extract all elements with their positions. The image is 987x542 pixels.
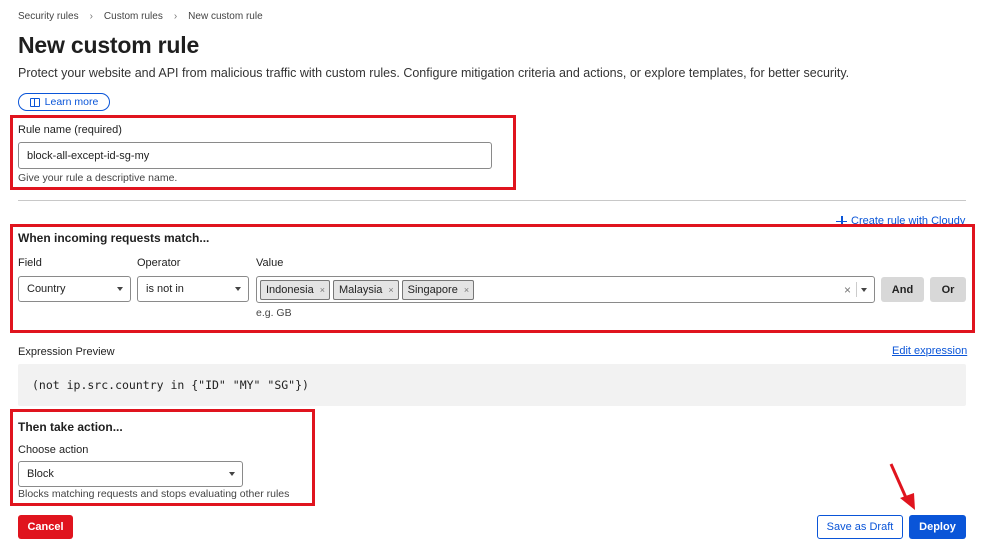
chevron-down-icon [117, 287, 123, 291]
action-select[interactable]: Block [18, 461, 243, 487]
breadcrumb-current: New custom rule [188, 11, 263, 22]
breadcrumb-security-rules[interactable]: Security rules [18, 11, 79, 22]
annotation-arrow [889, 463, 915, 510]
breadcrumb: Security rules › Custom rules › New cust… [18, 11, 263, 22]
value-chip-label: Singapore [407, 283, 458, 296]
remove-icon[interactable]: × [320, 285, 325, 295]
page-title: New custom rule [18, 32, 200, 58]
expression-preview: (not ip.src.country in {"ID" "MY" "SG"}) [18, 364, 966, 406]
value-label: Value [256, 257, 284, 269]
value-chip[interactable]: Singapore × [401, 279, 475, 300]
field-select-value: Country [27, 283, 66, 295]
divider [18, 200, 966, 201]
rule-name-label: Rule name (required) [18, 124, 122, 136]
field-select[interactable]: Country [18, 276, 131, 302]
learn-more-label: Learn more [44, 96, 99, 108]
value-chip[interactable]: Malaysia × [332, 279, 399, 300]
or-button[interactable]: Or [930, 277, 966, 302]
value-chip-label: Malaysia [338, 283, 383, 296]
expression-code: (not ip.src.country in {"ID" "MY" "SG"}) [32, 378, 309, 392]
operator-select[interactable]: is not in [137, 276, 249, 302]
chevron-right-icon: › [173, 11, 178, 22]
expression-preview-label: Expression Preview [18, 346, 115, 358]
value-multiselect[interactable]: Indonesia × Malaysia × Singapore × × [256, 276, 875, 303]
choose-action-label: Choose action [18, 444, 89, 456]
breadcrumb-custom-rules[interactable]: Custom rules [104, 11, 163, 22]
deploy-button[interactable]: Deploy [909, 515, 966, 539]
value-chip-label: Indonesia [266, 283, 314, 296]
chevron-down-icon [235, 287, 241, 291]
operator-select-value: is not in [146, 283, 184, 295]
clear-icon[interactable]: × [844, 283, 851, 297]
remove-icon[interactable]: × [388, 285, 393, 295]
action-help: Blocks matching requests and stops evalu… [18, 488, 290, 500]
save-draft-button[interactable]: Save as Draft [817, 515, 903, 539]
action-select-value: Block [27, 468, 54, 480]
field-label: Field [18, 257, 42, 269]
rule-name-input[interactable]: block-all-except-id-sg-my [18, 142, 492, 169]
rule-name-help: Give your rule a descriptive name. [18, 172, 178, 184]
value-hint: e.g. GB [256, 307, 292, 319]
value-chip[interactable]: Indonesia × [260, 279, 330, 300]
operator-label: Operator [137, 257, 181, 269]
edit-expression-link[interactable]: Edit expression [892, 345, 967, 357]
chevron-down-icon [861, 287, 867, 292]
page-description: Protect your website and API from malici… [18, 66, 850, 80]
book-icon [29, 97, 40, 107]
rule-name-value: block-all-except-id-sg-my [27, 149, 150, 162]
separator [856, 282, 857, 297]
chevron-right-icon: › [89, 11, 93, 22]
remove-icon[interactable]: × [464, 285, 469, 295]
learn-more-button[interactable]: Learn more [18, 93, 110, 111]
chevron-down-icon [229, 472, 235, 476]
action-section-title: Then take action... [18, 420, 123, 434]
match-section-title: When incoming requests match... [18, 231, 210, 245]
and-button[interactable]: And [881, 277, 924, 302]
cancel-button[interactable]: Cancel [18, 515, 73, 539]
